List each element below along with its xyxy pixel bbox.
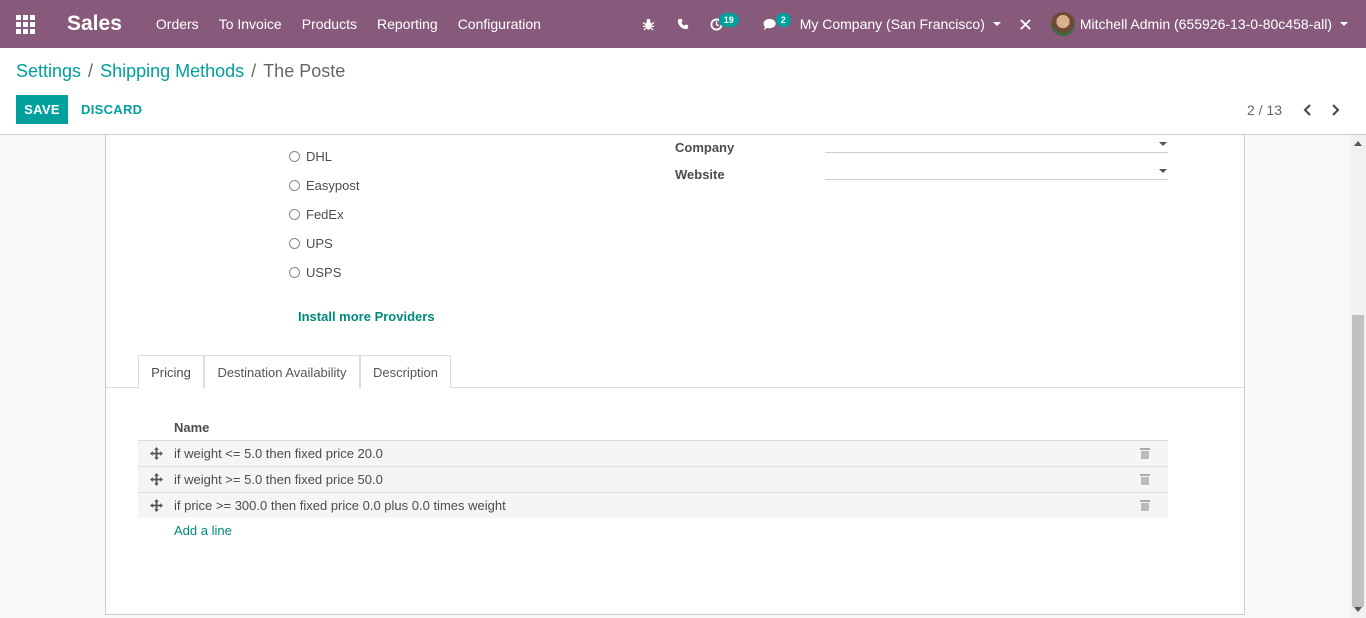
user-name: Mitchell Admin (655926-13-0-80c458-all) <box>1079 16 1332 32</box>
save-button[interactable]: SAVE <box>16 95 68 124</box>
provider-label: DHL <box>306 149 333 164</box>
breadcrumb: Settings / Shipping Methods / The Poste <box>16 61 345 82</box>
provider-option-easypost[interactable]: Easypost <box>289 178 359 193</box>
chevron-down-icon <box>992 22 1001 26</box>
radio-button[interactable] <box>289 267 300 278</box>
trash-icon[interactable] <box>1140 500 1150 511</box>
add-line-link[interactable]: Add a line <box>174 523 232 538</box>
menu-orders[interactable]: Orders <box>146 0 209 48</box>
activity-icon[interactable]: 19 <box>700 0 739 48</box>
drag-handle-icon[interactable] <box>138 499 174 512</box>
company-name: My Company (San Francisco) <box>799 16 985 32</box>
breadcrumb-settings[interactable]: Settings <box>16 61 81 82</box>
breadcrumb-shipping-methods[interactable]: Shipping Methods <box>100 61 244 82</box>
provider-option-usps[interactable]: USPS <box>289 265 341 280</box>
notebook-tabs: Pricing Destination Availability Descrip… <box>106 355 1245 389</box>
phone-icon[interactable] <box>666 0 700 48</box>
messages-icon[interactable]: 2 <box>754 0 791 48</box>
menu-configuration[interactable]: Configuration <box>448 0 551 48</box>
chevron-down-icon[interactable] <box>1159 142 1167 146</box>
provider-option-fedex[interactable]: FedEx <box>289 207 344 222</box>
pricing-rule-name: if weight <= 5.0 then fixed price 20.0 <box>174 446 383 461</box>
avatar <box>1050 12 1075 36</box>
company-field[interactable] <box>825 135 1168 153</box>
pager-value[interactable]: 2 / 13 <box>1247 102 1282 118</box>
column-header-name[interactable]: Name <box>174 420 209 435</box>
radio-button[interactable] <box>289 180 300 191</box>
control-panel: Settings / Shipping Methods / The Poste … <box>0 48 1366 135</box>
trash-icon[interactable] <box>1140 474 1150 485</box>
top-menu: Orders To Invoice Products Reporting Con… <box>146 0 551 48</box>
provider-option-ups[interactable]: UPS <box>289 236 333 251</box>
breadcrumb-current: The Poste <box>263 61 346 81</box>
table-row[interactable]: if weight >= 5.0 then fixed price 50.0 <box>138 466 1168 492</box>
radio-button[interactable] <box>289 209 300 220</box>
provider-label: FedEx <box>306 207 344 222</box>
app-brand[interactable]: Sales <box>67 12 122 36</box>
menu-reporting[interactable]: Reporting <box>367 0 448 48</box>
website-field[interactable] <box>825 160 1168 180</box>
systray: 19 2 My Company (San Francisco) Mitchell… <box>632 0 1366 48</box>
menu-products[interactable]: Products <box>292 0 367 48</box>
scrollbar[interactable] <box>1350 135 1366 618</box>
chevron-down-icon <box>1340 22 1348 26</box>
website-label: Website <box>675 167 725 182</box>
menu-to-invoice[interactable]: To Invoice <box>209 0 292 48</box>
table-row[interactable]: if weight <= 5.0 then fixed price 20.0 <box>138 440 1168 466</box>
tab-pricing[interactable]: Pricing <box>138 355 204 389</box>
pricing-rule-name: if price >= 300.0 then fixed price 0.0 p… <box>174 498 506 513</box>
table-row[interactable]: if price >= 300.0 then fixed price 0.0 p… <box>138 492 1168 518</box>
apps-menu-icon[interactable] <box>0 0 50 48</box>
discard-button[interactable]: DISCARD <box>81 95 142 124</box>
pricing-rule-name: if weight >= 5.0 then fixed price 50.0 <box>174 472 383 487</box>
tab-destination-availability[interactable]: Destination Availability <box>204 355 360 388</box>
provider-label: UPS <box>306 236 333 251</box>
radio-button[interactable] <box>289 151 300 162</box>
company-label: Company <box>675 140 735 155</box>
scroll-down-icon[interactable] <box>1354 607 1362 612</box>
drag-handle-icon[interactable] <box>138 473 174 486</box>
user-menu[interactable]: Mitchell Admin (655926-13-0-80c458-all) <box>1050 0 1348 48</box>
chevron-left-icon[interactable] <box>1296 101 1318 119</box>
scrollbar-thumb[interactable] <box>1352 315 1364 607</box>
breadcrumb-separator: / <box>251 61 257 81</box>
chevron-right-icon[interactable] <box>1324 101 1346 119</box>
main-navbar: Sales Orders To Invoice Products Reporti… <box>0 0 1366 48</box>
form-view: bpost DHL Easypost FedEx UPS USPS Instal… <box>0 135 1350 618</box>
trash-icon[interactable] <box>1140 448 1150 459</box>
bug-icon[interactable] <box>632 0 666 48</box>
pager: 2 / 13 <box>1247 101 1346 119</box>
breadcrumb-separator: / <box>88 61 94 81</box>
company-switcher[interactable]: My Company (San Francisco) <box>800 0 1001 48</box>
chevron-down-icon[interactable] <box>1159 169 1167 173</box>
install-more-providers-link[interactable]: Install more Providers <box>298 309 435 324</box>
messages-count-badge: 2 <box>775 13 791 27</box>
tab-description[interactable]: Description <box>360 355 451 388</box>
provider-label: USPS <box>306 265 342 280</box>
provider-label: Easypost <box>306 178 360 193</box>
provider-option-dhl[interactable]: DHL <box>289 149 332 164</box>
drag-handle-icon[interactable] <box>138 447 174 460</box>
activity-count-badge: 19 <box>718 13 739 27</box>
form-sheet: bpost DHL Easypost FedEx UPS USPS Instal… <box>105 135 1245 615</box>
scroll-up-icon[interactable] <box>1354 141 1362 146</box>
tools-icon[interactable] <box>1009 0 1043 48</box>
radio-button[interactable] <box>289 238 300 249</box>
